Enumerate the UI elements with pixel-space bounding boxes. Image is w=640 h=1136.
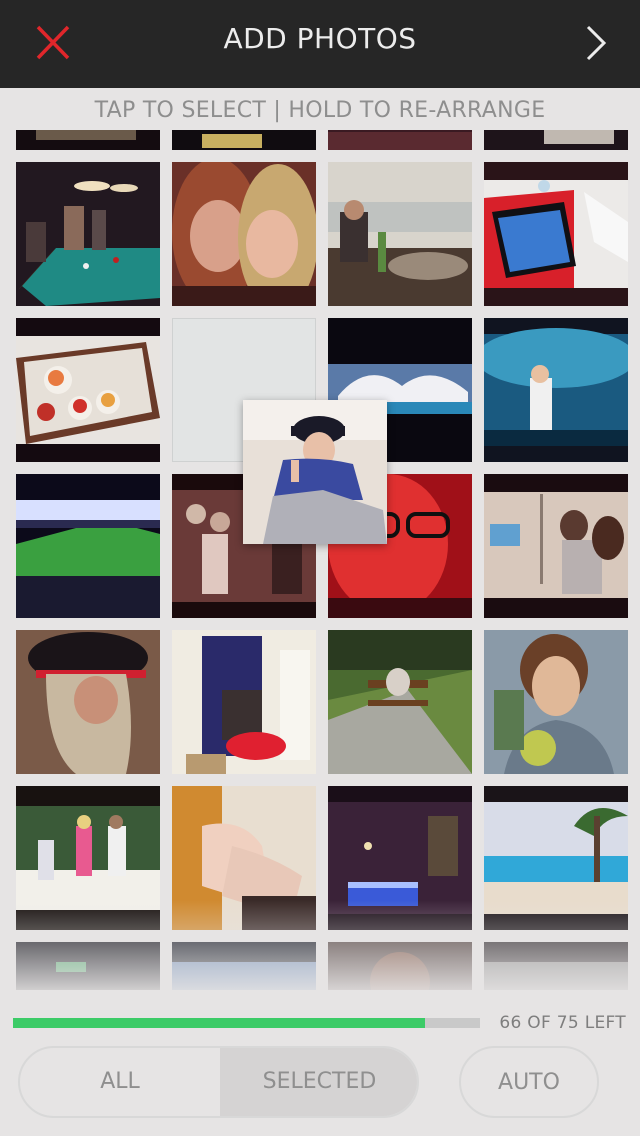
photo-thumbnail[interactable] <box>16 474 160 618</box>
instruction-hint: TAP TO SELECT | HOLD TO RE-ARRANGE <box>94 98 546 123</box>
next-button[interactable] <box>576 20 616 66</box>
photo-thumbnail[interactable] <box>172 130 316 150</box>
photo-thumbnail[interactable] <box>328 162 472 306</box>
photo-thumbnail[interactable] <box>16 162 160 306</box>
selection-progress-fill <box>13 1018 426 1028</box>
photo-thumbnail[interactable] <box>328 130 472 150</box>
filter-segmented-control: ALL SELECTED <box>18 1046 419 1118</box>
chevron-right-icon <box>586 25 607 61</box>
selection-progress-bar <box>13 1018 480 1028</box>
photo-thumbnail[interactable] <box>16 130 160 150</box>
photo-thumbnail[interactable] <box>328 630 472 774</box>
tab-all[interactable]: ALL <box>20 1048 220 1116</box>
photo-thumbnail[interactable] <box>172 162 316 306</box>
photo-grid[interactable] <box>0 130 640 990</box>
tab-selected[interactable]: SELECTED <box>220 1048 417 1116</box>
auto-button[interactable]: AUTO <box>459 1046 599 1118</box>
page-title: ADD PHOTOS <box>223 22 417 55</box>
photo-thumbnail[interactable] <box>16 318 160 462</box>
grid-fade <box>0 900 640 1000</box>
photo-thumbnail[interactable] <box>484 630 628 774</box>
photo-thumbnail[interactable] <box>484 474 628 618</box>
photo-thumbnail[interactable] <box>16 630 160 774</box>
photo-thumbnail[interactable] <box>172 630 316 774</box>
photo-thumbnail[interactable] <box>484 318 628 462</box>
dragged-photo[interactable] <box>243 400 387 544</box>
top-bar: ADD PHOTOS <box>0 0 640 88</box>
photo-thumbnail[interactable] <box>484 162 628 306</box>
remaining-counter: 66 OF 75 LEFT <box>499 1013 626 1033</box>
photo-thumbnail[interactable] <box>484 130 628 150</box>
